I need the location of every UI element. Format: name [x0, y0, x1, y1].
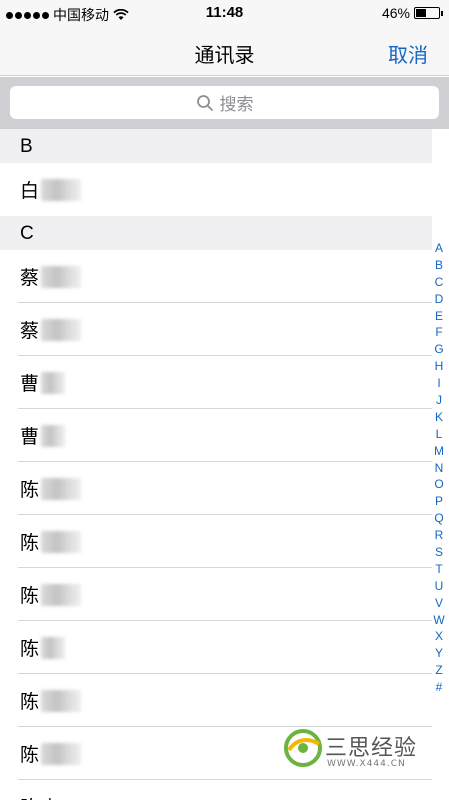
search-placeholder: 搜索 — [219, 95, 254, 114]
index-letter-k[interactable]: K — [432, 409, 446, 426]
contact-name: 陈欢 — [20, 793, 58, 800]
contact-row[interactable]: 陈 — [0, 674, 432, 727]
watermark-logo-icon — [284, 729, 322, 767]
index-letter-x[interactable]: X — [432, 628, 446, 645]
navigation-bar: 通讯录 取消 — [0, 26, 449, 76]
index-letter-c[interactable]: C — [432, 274, 446, 291]
section-index-bar[interactable]: A B C D E F G H I J K L M N O P Q R S T U V W X Y Z # — [432, 240, 446, 696]
index-letter-hash[interactable]: # — [432, 679, 446, 696]
index-letter-u[interactable]: U — [432, 578, 446, 595]
index-letter-a[interactable]: A — [432, 240, 446, 257]
redacted-name-blur — [41, 583, 82, 606]
index-letter-i[interactable]: I — [432, 375, 446, 392]
contact-list: B白C蔡蔡曹曹陈陈陈陈陈陈陈欢 — [0, 129, 432, 800]
battery-icon — [414, 7, 440, 19]
contact-row[interactable]: 陈欢 — [0, 780, 432, 800]
contact-row[interactable]: 蔡 — [0, 303, 432, 356]
redacted-name-blur — [41, 424, 66, 447]
index-letter-f[interactable]: F — [432, 324, 446, 341]
contact-name: 陈 — [20, 639, 40, 660]
contact-row[interactable]: 曹 — [0, 409, 432, 462]
cancel-button[interactable]: 取消 — [388, 39, 428, 68]
contact-row[interactable]: 曹 — [0, 356, 432, 409]
index-letter-r[interactable]: R — [432, 527, 446, 544]
contact-row[interactable]: 陈 — [0, 568, 432, 621]
battery-percent: 46% — [381, 5, 410, 21]
index-letter-d[interactable]: D — [432, 291, 446, 308]
index-letter-w[interactable]: W — [432, 612, 446, 629]
index-letter-v[interactable]: V — [432, 595, 446, 612]
battery-tip-icon — [441, 10, 443, 16]
redacted-name-blur — [41, 318, 82, 341]
redacted-name-blur — [41, 530, 82, 553]
index-letter-h[interactable]: H — [432, 358, 446, 375]
index-letter-g[interactable]: G — [432, 341, 446, 358]
index-letter-o[interactable]: O — [432, 476, 446, 493]
contact-name: 蔡 — [20, 268, 40, 289]
index-letter-m[interactable]: M — [432, 443, 446, 460]
contact-name: 陈 — [20, 692, 40, 713]
contact-row[interactable]: 蔡 — [0, 250, 432, 303]
index-letter-s[interactable]: S — [432, 544, 446, 561]
contact-name: 陈 — [20, 745, 40, 766]
watermark-text: 三思经验 — [325, 736, 418, 761]
contact-name: 曹 — [20, 427, 40, 448]
redacted-name-blur — [41, 689, 82, 712]
redacted-name-blur — [41, 265, 82, 288]
section-header-c: C — [0, 216, 432, 250]
contact-name: 陈 — [20, 586, 40, 607]
contact-row[interactable]: 陈 — [0, 462, 432, 515]
index-letter-j[interactable]: J — [432, 392, 446, 409]
redacted-name-blur — [41, 742, 82, 765]
index-letter-p[interactable]: P — [432, 493, 446, 510]
page-title: 通讯录 — [194, 45, 255, 67]
contact-name: 陈 — [20, 533, 40, 554]
search-area: 搜索 — [0, 77, 449, 129]
watermark-url: WWW.X444.CN — [327, 759, 406, 769]
search-input[interactable]: 搜索 — [10, 86, 439, 119]
contact-name: 蔡 — [20, 321, 40, 342]
contact-name: 白 — [20, 181, 40, 202]
index-letter-y[interactable]: Y — [432, 645, 446, 662]
section-header-b: B — [0, 129, 432, 163]
index-letter-t[interactable]: T — [432, 561, 446, 578]
contact-row[interactable]: 陈 — [0, 621, 432, 674]
redacted-name-blur — [41, 636, 66, 659]
index-letter-z[interactable]: Z — [432, 662, 446, 679]
index-letter-l[interactable]: L — [432, 426, 446, 443]
index-letter-b[interactable]: B — [432, 257, 446, 274]
search-icon — [196, 94, 213, 111]
index-letter-e[interactable]: E — [432, 308, 446, 325]
redacted-name-blur — [41, 371, 66, 394]
redacted-name-blur — [41, 178, 82, 201]
index-letter-q[interactable]: Q — [432, 510, 446, 527]
contact-row[interactable]: 陈 — [0, 515, 432, 568]
contact-name: 陈 — [20, 480, 40, 501]
watermark: 三思经验 WWW.X444.CN — [283, 726, 443, 778]
contact-row[interactable]: 白 — [0, 163, 432, 216]
status-bar: 中国移动 11:48 46% — [0, 0, 449, 26]
redacted-name-blur — [41, 477, 82, 500]
status-right: 46% — [382, 5, 443, 21]
contact-name: 曹 — [20, 374, 40, 395]
index-letter-n[interactable]: N — [432, 460, 446, 477]
